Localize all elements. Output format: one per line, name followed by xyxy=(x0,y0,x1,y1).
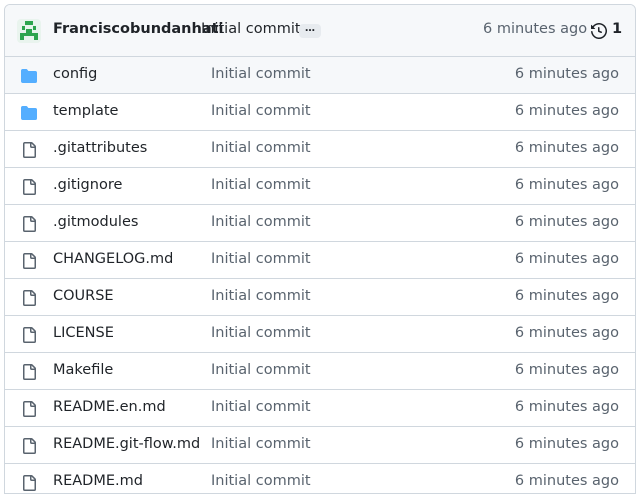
file-name-link[interactable]: Makefile xyxy=(53,362,113,378)
file-icon xyxy=(21,327,37,347)
commit-time: 6 minutes ago xyxy=(483,21,588,37)
file-name-link[interactable]: CHANGELOG.md xyxy=(53,251,173,267)
table-row[interactable]: .gitignore Initial commit 6 minutes ago xyxy=(5,168,635,205)
table-row[interactable]: template Initial commit 6 minutes ago xyxy=(5,94,635,131)
table-row[interactable]: README.md Initial commit 6 minutes ago xyxy=(5,464,635,493)
table-row[interactable]: README.en.md Initial commit 6 minutes ag… xyxy=(5,390,635,427)
table-row[interactable]: Makefile Initial commit 6 minutes ago xyxy=(5,353,635,390)
file-name-link[interactable]: .gitattributes xyxy=(53,140,147,156)
file-commit-time: 6 minutes ago xyxy=(514,140,619,156)
table-row[interactable]: .gitattributes Initial commit 6 minutes … xyxy=(5,131,635,168)
file-commit-time: 6 minutes ago xyxy=(514,214,619,230)
file-commit-time: 6 minutes ago xyxy=(514,288,619,304)
file-icon xyxy=(21,364,37,384)
file-icon xyxy=(21,475,37,493)
author-avatar[interactable] xyxy=(17,19,41,43)
expand-commit-button[interactable]: … xyxy=(299,24,321,38)
file-commit-message[interactable]: Initial commit xyxy=(211,251,311,267)
file-commit-message[interactable]: Initial commit xyxy=(211,325,311,341)
file-icon xyxy=(21,216,37,236)
history-icon[interactable] xyxy=(591,22,608,43)
file-commit-message[interactable]: Initial commit xyxy=(211,473,311,489)
latest-commit-bar: Franciscobundanhati Initial commit … 6 m… xyxy=(5,5,635,57)
file-icon xyxy=(21,253,37,273)
table-row[interactable]: .gitmodules Initial commit 6 minutes ago xyxy=(5,205,635,242)
file-name-link[interactable]: .gitmodules xyxy=(53,214,138,230)
file-icon xyxy=(21,401,37,421)
file-name-link[interactable]: .gitignore xyxy=(53,177,122,193)
file-commit-time: 6 minutes ago xyxy=(514,177,619,193)
commit-message-link[interactable]: Initial commit xyxy=(201,21,301,37)
table-row[interactable]: LICENSE Initial commit 6 minutes ago xyxy=(5,316,635,353)
file-commit-message[interactable]: Initial commit xyxy=(211,66,311,82)
file-commit-time: 6 minutes ago xyxy=(514,362,619,378)
file-list: config Initial commit 6 minutes ago temp… xyxy=(5,57,635,493)
file-commit-time: 6 minutes ago xyxy=(514,251,619,267)
commit-author-link[interactable]: Franciscobundanhati xyxy=(53,21,224,37)
folder-icon xyxy=(21,68,37,88)
file-commit-message[interactable]: Initial commit xyxy=(211,140,311,156)
file-name-link[interactable]: config xyxy=(53,66,97,82)
file-name-link[interactable]: README.git-flow.md xyxy=(53,436,200,452)
table-row[interactable]: CHANGELOG.md Initial commit 6 minutes ag… xyxy=(5,242,635,279)
file-commit-message[interactable]: Initial commit xyxy=(211,436,311,452)
file-name-link[interactable]: COURSE xyxy=(53,288,114,304)
file-table: Franciscobundanhati Initial commit … 6 m… xyxy=(4,4,636,494)
file-icon xyxy=(21,438,37,458)
file-name-link[interactable]: README.en.md xyxy=(53,399,166,415)
file-commit-time: 6 minutes ago xyxy=(514,399,619,415)
file-commit-time: 6 minutes ago xyxy=(514,66,619,82)
file-commit-time: 6 minutes ago xyxy=(514,103,619,119)
file-commit-message[interactable]: Initial commit xyxy=(211,399,311,415)
table-row[interactable]: COURSE Initial commit 6 minutes ago xyxy=(5,279,635,316)
identicon-icon xyxy=(20,21,38,40)
table-row[interactable]: README.git-flow.md Initial commit 6 minu… xyxy=(5,427,635,464)
table-row[interactable]: config Initial commit 6 minutes ago xyxy=(5,57,635,94)
file-commit-time: 6 minutes ago xyxy=(514,325,619,341)
folder-icon xyxy=(21,105,37,125)
file-commit-message[interactable]: Initial commit xyxy=(211,103,311,119)
file-icon xyxy=(21,290,37,310)
file-name-link[interactable]: README.md xyxy=(53,473,143,489)
file-commit-message[interactable]: Initial commit xyxy=(211,177,311,193)
file-name-link[interactable]: LICENSE xyxy=(53,325,114,341)
file-name-link[interactable]: template xyxy=(53,103,118,119)
file-commit-message[interactable]: Initial commit xyxy=(211,214,311,230)
file-icon xyxy=(21,179,37,199)
file-icon xyxy=(21,142,37,162)
commit-count[interactable]: 1 xyxy=(612,21,622,37)
file-commit-message[interactable]: Initial commit xyxy=(211,362,311,378)
file-commit-time: 6 minutes ago xyxy=(514,436,619,452)
file-commit-message[interactable]: Initial commit xyxy=(211,288,311,304)
file-commit-time: 6 minutes ago xyxy=(514,473,619,489)
